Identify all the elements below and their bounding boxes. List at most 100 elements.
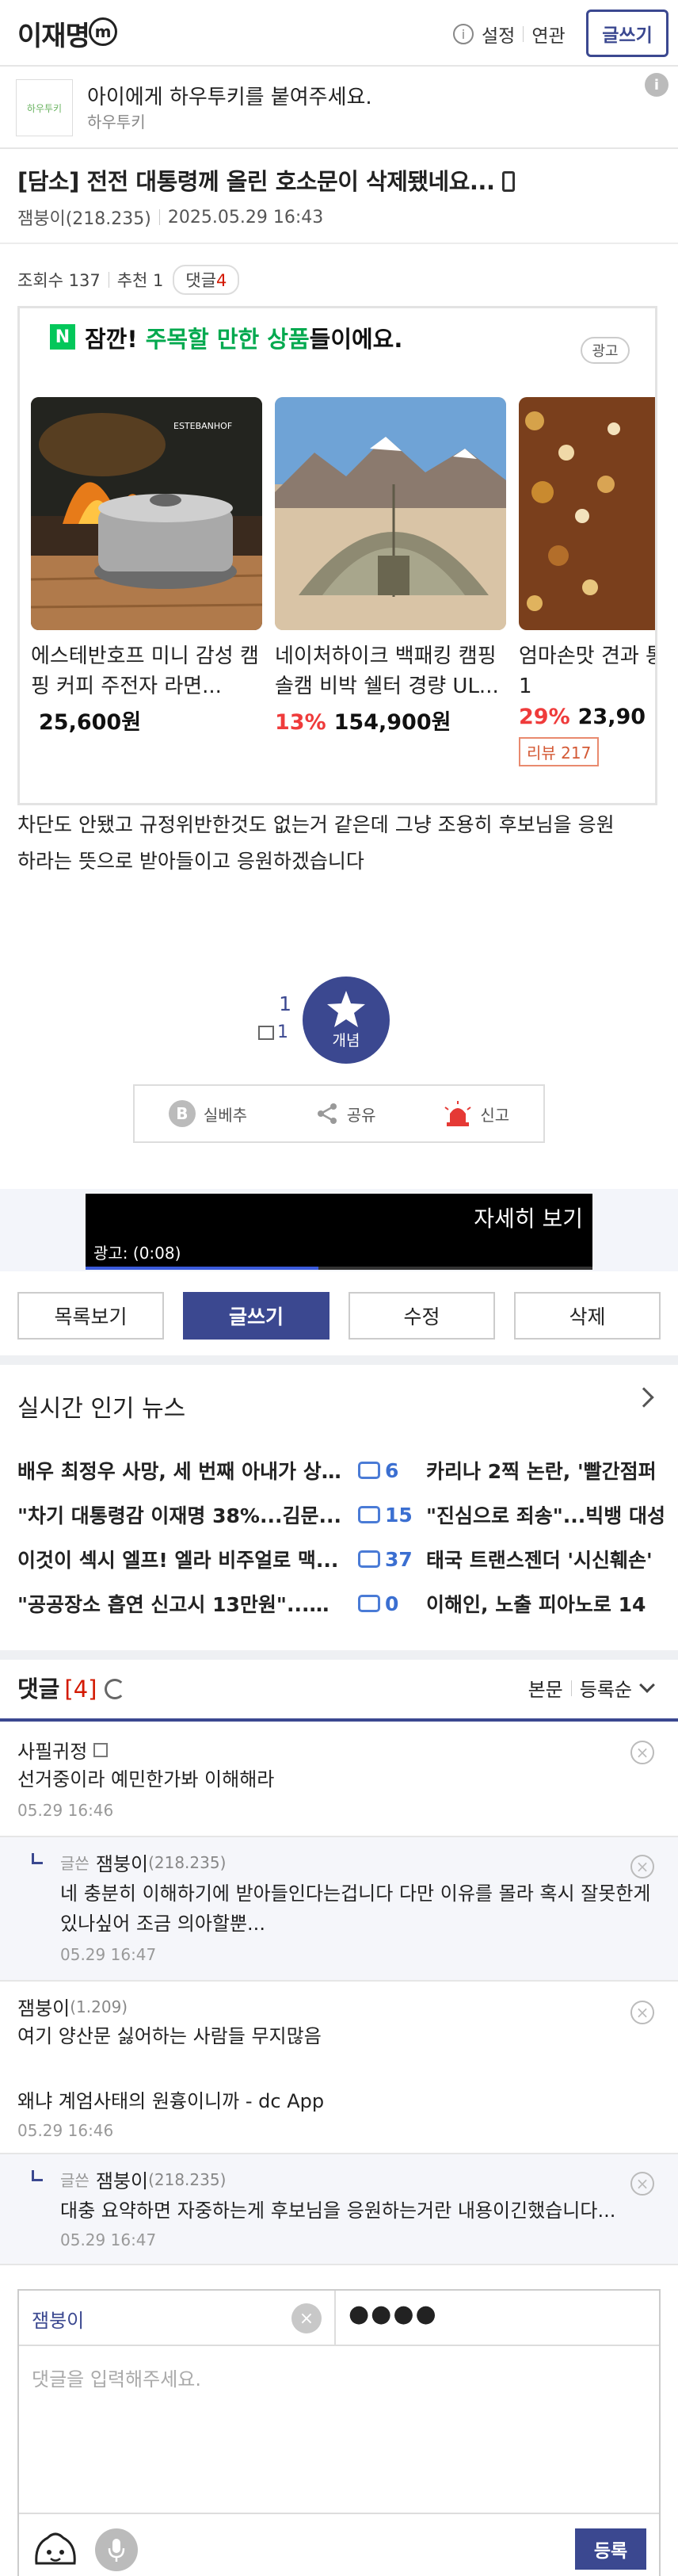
comment-form: 잼붕이 × ●●●● 댓글을 입력해주세요. 등록 [17, 2289, 661, 2576]
list-button[interactable]: 목록보기 [17, 1292, 164, 1340]
product-image-yakbap[interactable] [519, 397, 655, 630]
fixed-nick-icon [93, 1742, 109, 1757]
product-name[interactable]: 에스테반호프 미니 감성 캠핑 커피 주전자 라면... [31, 641, 262, 701]
delete-comment-icon[interactable]: × [630, 2172, 654, 2196]
ad-title[interactable]: 아이에게 하우투키를 붙여주세요. [87, 81, 372, 110]
product-discount: 13% [275, 710, 326, 735]
product-image-tent[interactable] [275, 397, 506, 630]
news-row[interactable]: "차기 대통령감 이재명 38%...김문... 15 "진심으로 죄송"...… [17, 1492, 678, 1538]
news-section-title[interactable]: 실시간 인기 뉴스 [17, 1389, 185, 1424]
comment-text: 네 충분히 이해하기에 받아들인다는겁니다 다만 이유를 몰라 혹시 잘못한게 … [60, 1878, 662, 1939]
video-ad-player[interactable]: 자세히 보기 광고: (0:08) [86, 1194, 592, 1270]
news-headline[interactable]: 이해인, 노출 피아노로 14 [426, 1589, 646, 1618]
delete-comment-icon[interactable]: × [630, 2001, 654, 2024]
delete-comment-icon[interactable]: × [630, 1741, 654, 1764]
news-headline[interactable]: "공공장소 흡연 신고시 13만원"...전... [17, 1589, 342, 1618]
comment-nick[interactable]: 잼붕이 [96, 1848, 148, 1876]
delete-button[interactable]: 삭제 [514, 1292, 661, 1340]
up-count: 1 [277, 992, 291, 1015]
submit-comment-button[interactable]: 등록 [575, 2528, 646, 2570]
news-row[interactable]: 이것이 섹시 엘프! 엘라 비주얼로 맥... 37 태국 트랜스젠더 '시신훼… [17, 1536, 678, 1582]
product-card[interactable]: 엄마손맛 견과 통 수제약밥 1 29% 23,90 리뷰 217 [519, 397, 655, 766]
video-progress-fill [86, 1267, 319, 1270]
comment-text: 대충 요약하면 자중하는게 후보님을 응원하는거란 내용이긴했습니다... [60, 2200, 616, 2222]
delete-comment-icon[interactable]: × [630, 1855, 654, 1878]
share-button[interactable]: 공유 [315, 1102, 376, 1126]
comment-nick[interactable]: 잼붕이 [96, 2165, 148, 2193]
comment-nick[interactable]: 잼붕이 [17, 1993, 70, 2020]
fix-count: 1 [258, 1022, 288, 1042]
name-input-value[interactable]: 잼붕이 [32, 2305, 84, 2333]
product-price: 25,600원 [31, 705, 262, 736]
news-row[interactable]: "공공장소 흡연 신고시 13만원"...전... 0 이해인, 노출 피아노로… [17, 1580, 678, 1626]
ad-info-icon[interactable]: i [645, 73, 668, 97]
silbe-recommend-button[interactable]: B 실베추 [168, 1100, 247, 1127]
news-headline[interactable]: 배우 최정우 사망, 세 번째 아내가 상... [17, 1456, 342, 1485]
product-price-value: 23,90 [577, 705, 646, 729]
post-body-line: 하라는 뜻으로 받아들이고 응원하겠습니다 [17, 850, 364, 873]
comment-bubble-icon [358, 1550, 380, 1568]
product-card[interactable]: ESTEBANHOF 에스테반호프 미니 감성 캠핑 커피 주전자 라면... … [31, 397, 262, 736]
password-input-value[interactable]: ●●●● [349, 2300, 438, 2328]
video-more-link[interactable]: 자세히 보기 [474, 1202, 583, 1233]
name-field[interactable]: 잼붕이 × [19, 2291, 336, 2346]
settings-link[interactable]: 설정 [482, 21, 515, 48]
comment-bubble-icon [358, 1462, 380, 1479]
news-comment-value: 0 [385, 1592, 399, 1615]
comment-form-footer: 등록 [19, 2513, 659, 2576]
siren-icon [444, 1101, 471, 1126]
comment-text: 왜냐 계엄사태의 원흉이니까 - dc App [17, 2090, 325, 2112]
edit-button[interactable]: 수정 [349, 1292, 495, 1340]
post-button-row: 목록보기 글쓰기 수정 삭제 [17, 1292, 661, 1340]
report-button[interactable]: 신고 [444, 1101, 509, 1126]
news-headline[interactable]: 이것이 섹시 엘프! 엘라 비주얼로 맥... [17, 1545, 342, 1573]
comment-textarea-placeholder[interactable]: 댓글을 입력해주세요. [32, 2364, 201, 2391]
comment-date: 05.29 16:46 [17, 1801, 114, 1820]
related-link[interactable]: 연관 [531, 21, 565, 48]
star-icon [327, 990, 365, 1027]
chevron-right-icon[interactable] [634, 1387, 654, 1408]
comment-bubble-icon [358, 1595, 380, 1612]
voice-input-icon[interactable] [95, 2528, 138, 2571]
section-divider [0, 1355, 678, 1365]
write-button-top[interactable]: 글쓰기 [586, 10, 668, 57]
chevron-down-icon[interactable] [639, 1676, 655, 1693]
post-body-line: 차단도 안됐고 규정위반한것도 없는거 같은데 그냥 조용히 후보님을 응원 [17, 813, 615, 836]
post-author[interactable]: 잼붕이(218.235) [17, 204, 151, 230]
sort-body-link[interactable]: 본문 [528, 1674, 563, 1702]
news-headline[interactable]: "차기 대통령감 이재명 38%...김문... [17, 1500, 342, 1529]
comment-ip: (1.209) [70, 1997, 128, 2016]
shopping-ad-box: N 잠깐! 주목할 만한 상품들이에요. 광고 ESTEBANHOF 에스테반호… [17, 306, 657, 805]
recommend-button[interactable]: 개념 [303, 977, 390, 1064]
dccon-icon[interactable] [32, 2528, 79, 2571]
write-button[interactable]: 글쓰기 [183, 1292, 329, 1340]
up-count-value: 1 [279, 992, 291, 1015]
view-count: 조회수 137 [17, 271, 101, 290]
news-headline[interactable]: 태국 트랜스젠더 '시신훼손' [426, 1545, 653, 1573]
comments-header: 댓글 [4] [17, 1671, 126, 1704]
post-datetime: 2025.05.29 16:43 [167, 207, 324, 227]
sort-order-select[interactable]: 등록순 [580, 1674, 632, 1702]
info-icon[interactable]: i [453, 24, 474, 44]
post-title-text: [담소] 전전 대통령께 올린 호소문이 삭제됐네요... [17, 168, 495, 195]
ad-label-badge[interactable]: 광고 [581, 337, 630, 364]
comment-nick[interactable]: 사필귀정 [17, 1736, 87, 1764]
product-price-value: 154,900원 [333, 710, 451, 735]
product-name[interactable]: 네이처하이크 백패킹 캠핑 솔캠 비박 쉘터 경량 UL... [275, 641, 506, 701]
comment-date: 05.29 16:47 [60, 2230, 157, 2249]
password-field[interactable]: ●●●● [336, 2291, 659, 2346]
news-headline[interactable]: 카리나 2찍 논란, '빨간점퍼 [426, 1456, 657, 1485]
news-comment-count: 37 [342, 1548, 426, 1571]
fix-mobile-icon [258, 1025, 274, 1040]
news-headline[interactable]: "진심으로 죄송"...빅뱅 대성 [426, 1500, 665, 1529]
refresh-icon[interactable] [105, 1679, 126, 1699]
product-card[interactable]: 네이처하이크 백패킹 캠핑 솔캠 비박 쉘터 경량 UL... 13% 154,9… [275, 397, 506, 736]
product-name[interactable]: 엄마손맛 견과 통 수제약밥 1 [519, 641, 655, 701]
clear-name-icon[interactable]: × [291, 2303, 322, 2333]
product-image-kettle[interactable]: ESTEBANHOF [31, 397, 262, 630]
comment-count-chip[interactable]: 댓글4 [173, 265, 240, 295]
comment-sort: 본문 등록순 [528, 1674, 655, 1702]
gallery-title[interactable]: 이재명 [17, 14, 90, 53]
news-row[interactable]: 배우 최정우 사망, 세 번째 아내가 상... 6 카리나 2찍 논란, '빨… [17, 1447, 678, 1493]
advertiser-logo: 하우투키 [16, 79, 73, 136]
